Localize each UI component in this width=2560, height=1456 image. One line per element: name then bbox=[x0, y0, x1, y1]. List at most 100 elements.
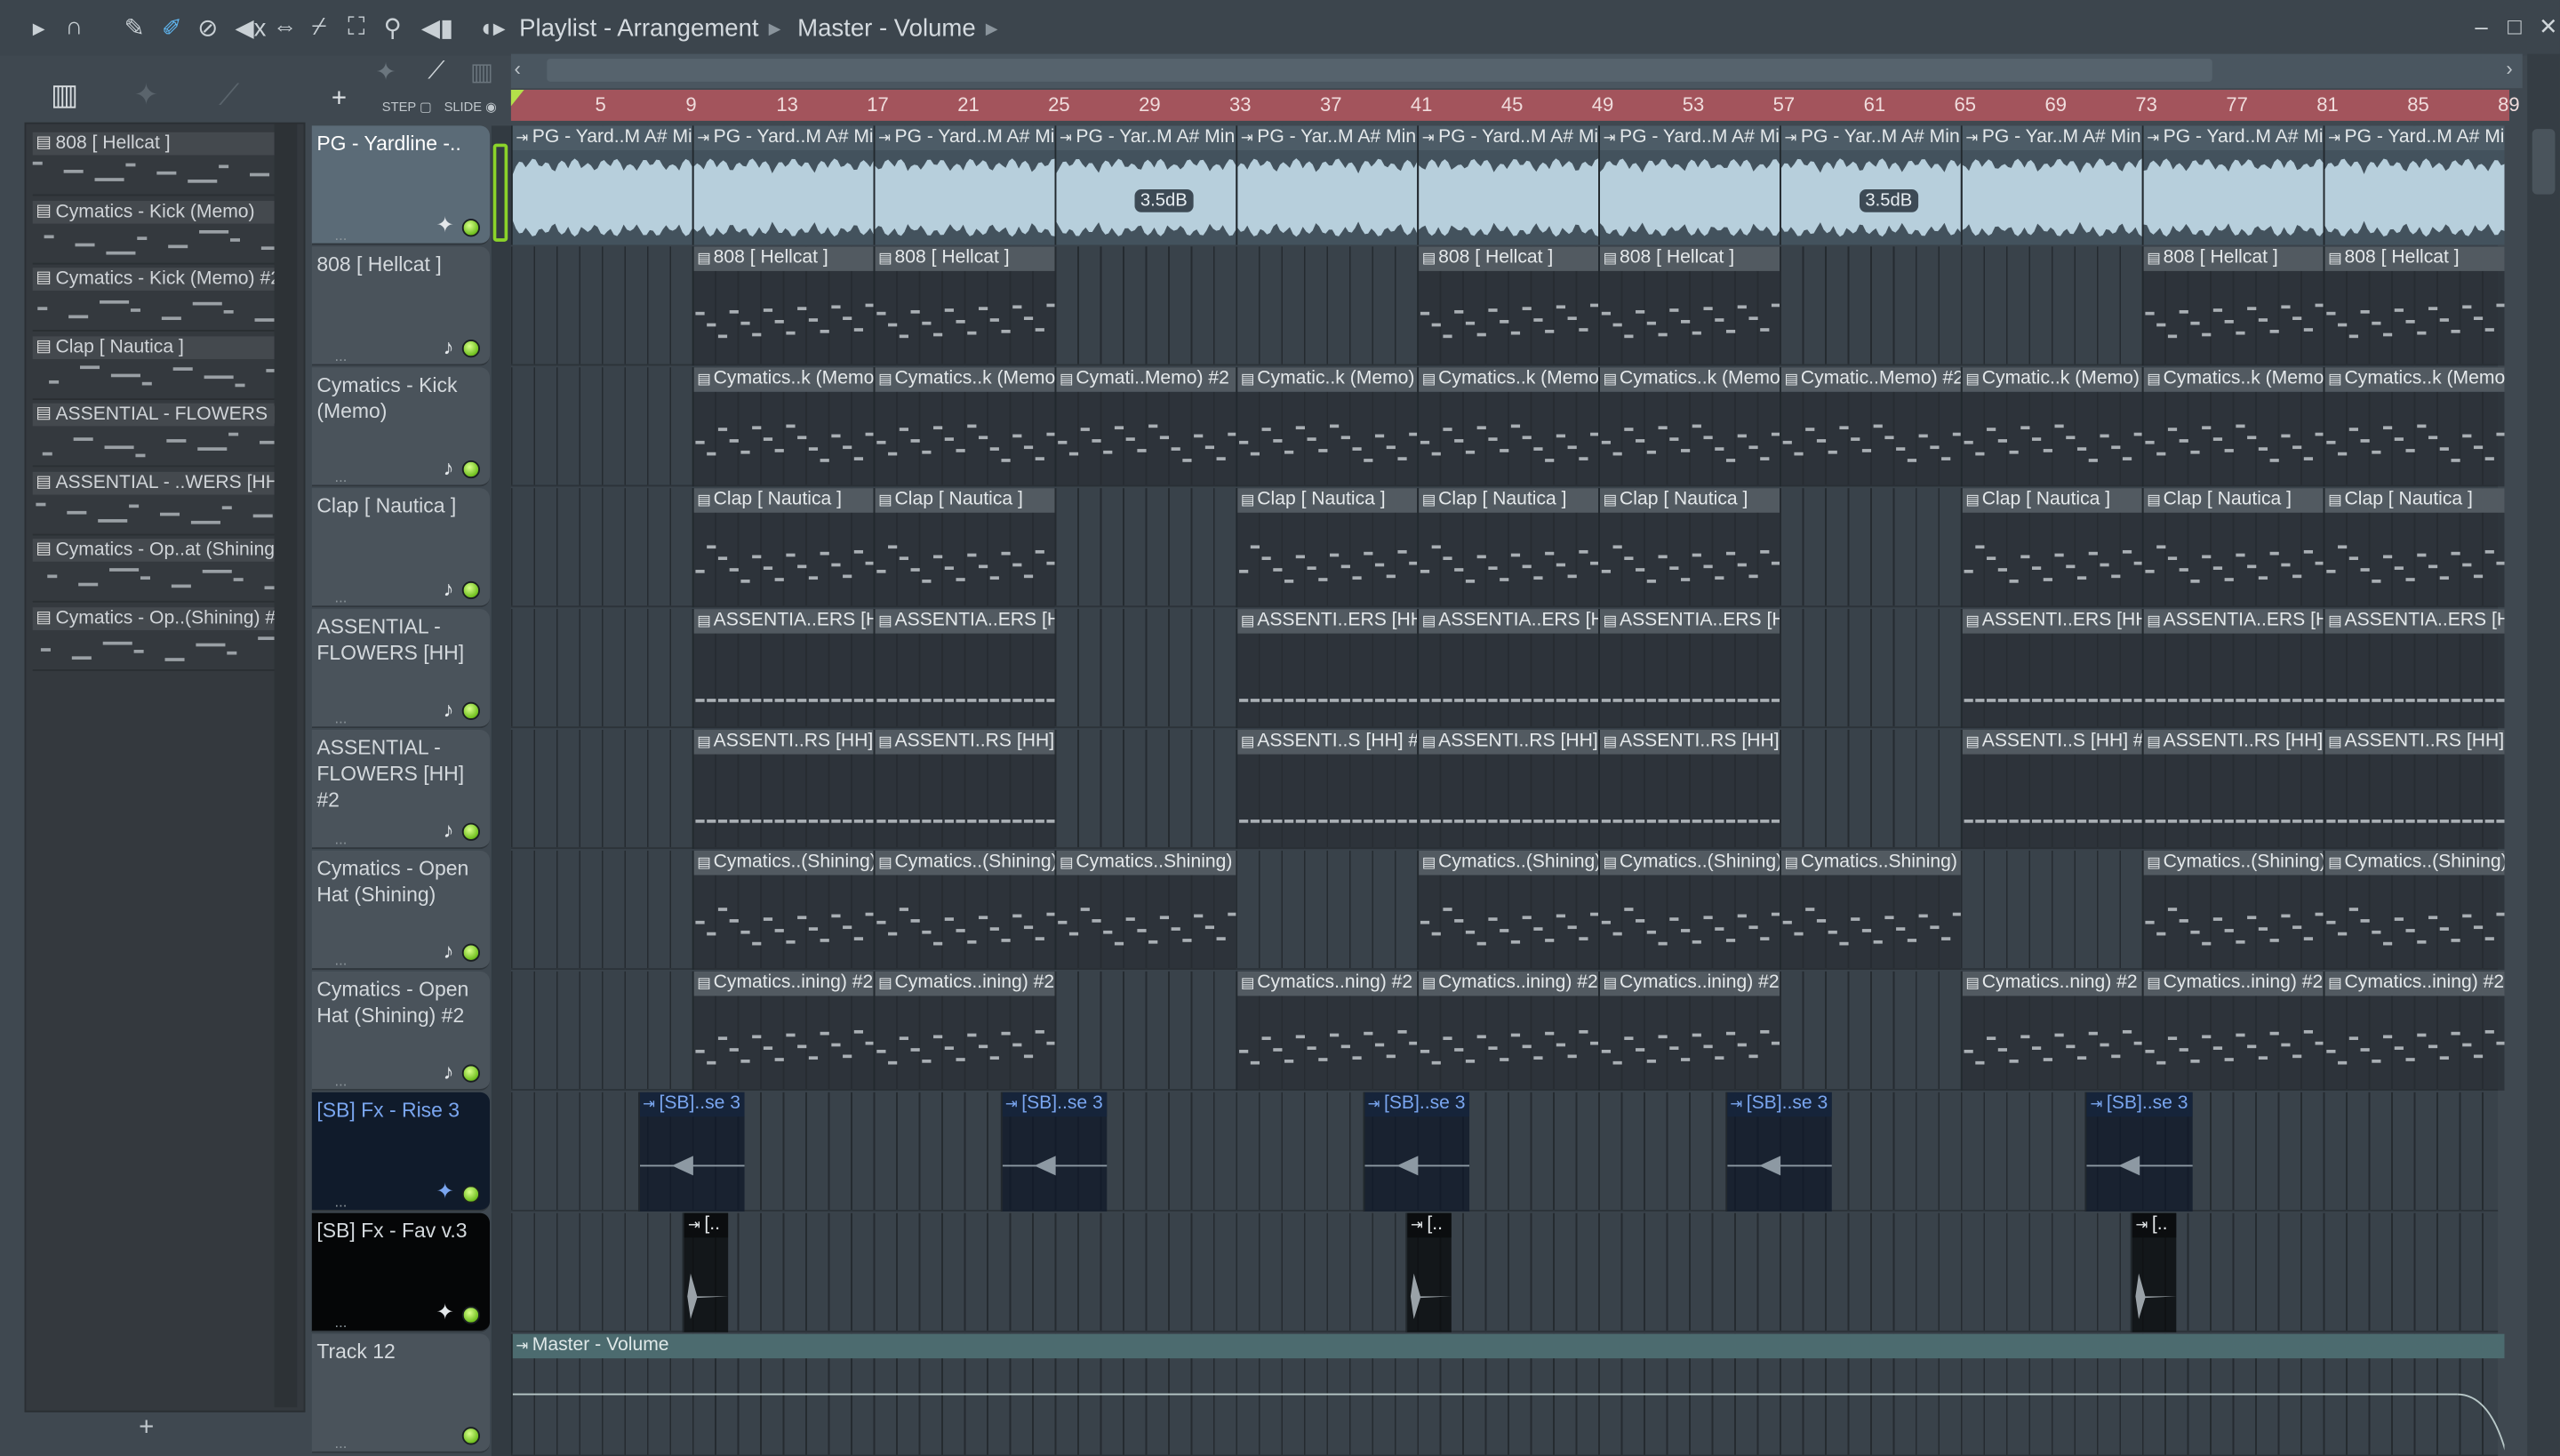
picker-item[interactable]: Cymatics - Op..(Shining) #2 bbox=[32, 604, 278, 670]
picker-item[interactable]: Clap [ Nautica ] bbox=[32, 332, 286, 400]
delete-icon[interactable]: ⊘ bbox=[197, 13, 218, 43]
track-name[interactable]: 808 [ Hellcat ] bbox=[316, 252, 486, 277]
vertical-scrollbar[interactable] bbox=[2527, 53, 2560, 1456]
track-enable-led[interactable] bbox=[461, 1306, 480, 1324]
picker-item[interactable]: Cymatics - Kick (Memo) bbox=[32, 196, 281, 264]
track-name[interactable]: [SB] Fx - Fav v.3 bbox=[316, 1218, 486, 1244]
track-enable-led[interactable] bbox=[461, 1185, 480, 1204]
track-grip-icon[interactable]: ... bbox=[335, 348, 348, 364]
playlist-clip[interactable]: ASSENTI..ERS [HH] bbox=[1960, 609, 2142, 729]
playlist-clip[interactable]: ASSENTIA..ERS [HH] bbox=[1417, 609, 1599, 729]
track-name[interactable]: Cymatics - Open Hat (Shining) #2 bbox=[316, 976, 486, 1028]
track-grip-icon[interactable]: ... bbox=[335, 227, 348, 243]
playlist-clip[interactable]: ASSENTI..RS [HH] #2 bbox=[2323, 730, 2505, 850]
playlist-clip[interactable]: ASSENTI..RS [HH] #2 bbox=[873, 730, 1055, 850]
track-enable-led[interactable] bbox=[461, 1427, 480, 1445]
playlist-clip[interactable]: [.. bbox=[1405, 1212, 1452, 1332]
track-name[interactable]: ASSENTIAL - FLOWERS [HH] #2 bbox=[316, 735, 486, 813]
playlist-clip[interactable]: Clap [ Nautica ] bbox=[2141, 488, 2324, 608]
playlist-clip[interactable]: ASSENTIA..ERS [HH] bbox=[692, 609, 874, 729]
zoom-icon[interactable]: ⚲ bbox=[384, 13, 402, 43]
playlist-clip[interactable]: [SB]..se 3 bbox=[1363, 1092, 1469, 1212]
playlist-clip[interactable]: ASSENTI..S [HH] #2 bbox=[1960, 730, 2142, 850]
playlist-clip[interactable]: 808 [ Hellcat ] bbox=[2323, 246, 2505, 366]
track-grip-icon[interactable]: ... bbox=[335, 468, 348, 484]
track-header[interactable]: [SB] Fx - Rise 3 ✦... bbox=[311, 1092, 491, 1212]
track-enable-led[interactable] bbox=[461, 701, 480, 720]
playlist-clip[interactable]: Cymatics..k (Memo) bbox=[692, 367, 874, 487]
magnet-icon[interactable]: ∩ bbox=[65, 13, 83, 41]
select-icon[interactable]: ⛶ bbox=[348, 13, 364, 41]
audio-wave-icon[interactable]: ✦ bbox=[134, 78, 159, 113]
track-name[interactable]: Clap [ Nautica ] bbox=[316, 493, 486, 519]
timeline-ruler[interactable]: 5 9 13 17 21 25 29 33 37 41 45 49 53 57 61 65 69 73 77 81 85… bbox=[510, 90, 2520, 121]
track-name[interactable]: [SB] Fx - Rise 3 bbox=[316, 1097, 486, 1123]
playlist-clip[interactable]: Master - Volume bbox=[510, 1333, 2505, 1453]
track-header[interactable]: ASSENTIAL - FLOWERS [HH] #2 ♪... bbox=[311, 730, 491, 850]
piano-keys-icon[interactable]: ▥ bbox=[470, 57, 493, 86]
track-header[interactable]: ASSENTIAL - FLOWERS [HH] ♪... bbox=[311, 609, 491, 729]
playlist-clip[interactable]: ASSENTIA..ERS [HH] bbox=[1598, 609, 1780, 729]
track-name[interactable]: Track 12 bbox=[316, 1339, 486, 1364]
audio-wave-icon[interactable]: ✦ bbox=[375, 57, 396, 86]
playlist-clip[interactable]: 808 [ Hellcat ] bbox=[873, 246, 1055, 366]
track-header[interactable]: Cymatics - Kick (Memo) ♪... bbox=[311, 367, 491, 487]
playlist-clip[interactable]: PG - Yard..M A# Min bbox=[692, 125, 874, 245]
track-name[interactable]: ASSENTIAL - FLOWERS [HH] bbox=[316, 614, 486, 667]
playlist-clip[interactable]: 808 [ Hellcat ] bbox=[1417, 246, 1599, 366]
track-grip-icon[interactable]: ... bbox=[335, 589, 348, 605]
track-name[interactable]: Cymatics - Kick (Memo) bbox=[316, 372, 486, 425]
playlist-clip[interactable]: PG - Yard..M A# Min bbox=[873, 125, 1055, 245]
playlist-clip[interactable]: PG - Yar..M A# Min 3.5dB bbox=[1780, 125, 1961, 245]
track-grip-icon[interactable]: ... bbox=[335, 1435, 348, 1451]
track-enable-led[interactable] bbox=[461, 822, 480, 841]
playlist-clip[interactable]: 808 [ Hellcat ] bbox=[1598, 246, 1780, 366]
maximize-button[interactable]: □ bbox=[2508, 13, 2522, 39]
track-grip-icon[interactable]: ... bbox=[335, 1194, 348, 1210]
add-pattern-button[interactable]: + bbox=[139, 1414, 154, 1444]
playlist-clip[interactable]: PG - Yard..M A# Min bbox=[1417, 125, 1599, 245]
play-arrow-icon[interactable]: ▸ bbox=[33, 13, 45, 43]
playlist-clip[interactable]: ASSENTIA..ERS [HH] bbox=[2141, 609, 2324, 729]
playlist-clip[interactable]: Cymatics..(Shining) bbox=[2141, 850, 2324, 970]
playlist-clip[interactable]: ASSENTI..ERS [HH] bbox=[1236, 609, 1418, 729]
playlist-clip[interactable]: Clap [ Nautica ] bbox=[2323, 488, 2505, 608]
playlist-clip[interactable]: [SB]..se 3 bbox=[1000, 1092, 1108, 1212]
playlist-clip[interactable]: Clap [ Nautica ] bbox=[1960, 488, 2142, 608]
track-header[interactable]: PG - Yardline -.. ✦... bbox=[311, 125, 491, 245]
playlist-clip[interactable]: Cymatics..ning) #2 bbox=[1960, 971, 2142, 1091]
playlist-clip[interactable]: Cymatic..k (Memo) bbox=[1960, 367, 2142, 487]
mute-icon[interactable]: ◀x bbox=[235, 13, 266, 43]
track-grip-icon[interactable]: ... bbox=[335, 710, 348, 726]
playlist-clip[interactable]: 808 [ Hellcat ] bbox=[692, 246, 874, 366]
playlist-clip[interactable]: Cymatics..(Shining) bbox=[692, 850, 874, 970]
playlist-clip[interactable]: ASSENTI..RS [HH] #2 bbox=[2141, 730, 2324, 850]
playlist-clip[interactable]: ASSENTI..S [HH] #2 bbox=[1236, 730, 1418, 850]
playlist-clip[interactable]: Clap [ Nautica ] bbox=[873, 488, 1055, 608]
slide-toggle[interactable]: SLIDE ◉ bbox=[444, 100, 497, 115]
playlist-clip[interactable]: ASSENTI..RS [HH] #2 bbox=[1598, 730, 1780, 850]
scrollbar-thumb[interactable] bbox=[2532, 129, 2556, 195]
playlist-clip[interactable]: Cymatics..k (Memo) bbox=[873, 367, 1055, 487]
step-toggle[interactable]: STEP ▢ bbox=[382, 100, 432, 115]
paint-brush-icon[interactable]: ✐ bbox=[162, 13, 182, 43]
playlist-clip[interactable]: Cymatics..(Shining) bbox=[2323, 850, 2505, 970]
breadcrumb-target[interactable]: Master - Volume bbox=[797, 15, 976, 43]
playlist-clip[interactable]: [SB]..se 3 bbox=[1724, 1092, 1832, 1212]
playlist-clip[interactable]: Cymatics..k (Memo) bbox=[2323, 367, 2505, 487]
track-header[interactable]: 808 [ Hellcat ] ♪... bbox=[311, 246, 491, 366]
playlist-clip[interactable]: ASSENTI..RS [HH] #2 bbox=[1417, 730, 1599, 850]
playlist-clip[interactable]: Cymatics..(Shining) bbox=[1417, 850, 1599, 970]
automation-icon[interactable]: ⟋ bbox=[428, 57, 444, 84]
track-name[interactable]: PG - Yardline -.. bbox=[316, 131, 486, 156]
playlist-grid[interactable]: PG - Yard..M A# MinPG - Yard..M A# MinPG… bbox=[510, 125, 2505, 1456]
track-name[interactable]: Cymatics - Open Hat (Shining) bbox=[316, 855, 486, 908]
playlist-clip[interactable]: ASSENTIA..ERS [HH] bbox=[873, 609, 1055, 729]
minimize-button[interactable]: – bbox=[2475, 13, 2487, 39]
playlist-clip[interactable]: PG - Yard..M A# Min bbox=[2323, 125, 2505, 245]
picker-scrollbar[interactable] bbox=[274, 124, 298, 1408]
playlist-clip[interactable]: Cymatics..k (Memo) bbox=[2141, 367, 2324, 487]
track-enable-led[interactable] bbox=[461, 943, 480, 962]
playlist-clip[interactable]: Cymatics..ining) #2 bbox=[2141, 971, 2324, 1091]
playlist-clip[interactable]: Cymatics..k (Memo) bbox=[1417, 367, 1599, 487]
